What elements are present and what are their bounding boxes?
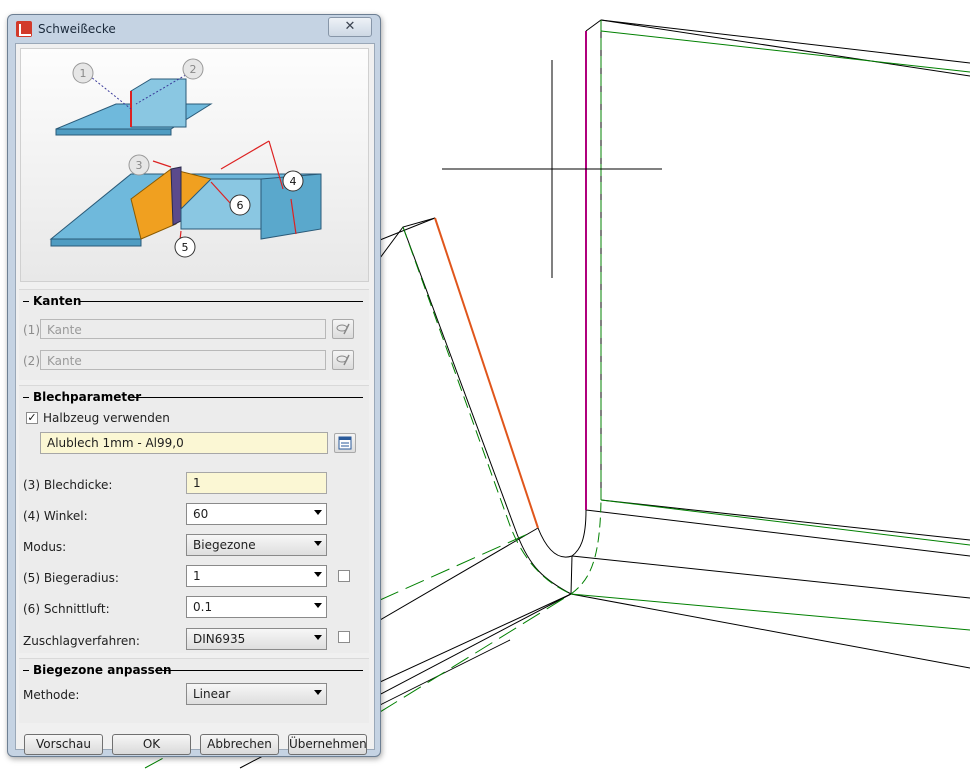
pick-edge-icon <box>336 323 350 335</box>
chevron-down-icon <box>314 603 322 608</box>
green-base-edge <box>570 593 970 631</box>
close-button[interactable]: ✕ <box>328 17 372 37</box>
halbzeug-catalog-button[interactable] <box>334 433 356 453</box>
edge-2-pick-button[interactable] <box>332 350 354 370</box>
methode-label: Methode: <box>23 688 80 702</box>
biegezone-group: Biegezone anpassen Methode: Linear <box>19 658 369 723</box>
edge-1-pick-button[interactable] <box>332 319 354 339</box>
cancel-button[interactable]: Abbrechen <box>200 734 279 755</box>
edge-2-field[interactable]: Kante <box>40 350 326 370</box>
flange-back-edge <box>600 19 970 77</box>
green-flange-bottom <box>600 499 970 546</box>
blechdicke-input[interactable]: 1 <box>186 472 327 494</box>
biegeradius-checkbox[interactable] <box>338 570 350 582</box>
halbzeug-checkbox[interactable]: ✓ <box>26 412 38 424</box>
zuschlag-dropdown[interactable]: DIN6935 <box>186 628 327 650</box>
biegezone-title: Biegezone anpassen <box>33 663 172 677</box>
schnittluft-label: (6) Schnittluft: <box>23 602 110 616</box>
green-left-dashed <box>402 226 572 595</box>
preview-button[interactable]: Vorschau <box>24 734 103 755</box>
green-flange-top <box>600 30 970 73</box>
schnittluft-combo[interactable]: 0.1 <box>186 596 327 618</box>
apply-button[interactable]: Übernehmen <box>288 734 367 755</box>
bend-curve <box>537 509 587 558</box>
base-right-edge <box>570 593 970 669</box>
base-front-edge-b <box>379 593 572 683</box>
close-icon: ✕ <box>344 19 356 34</box>
halbzeug-label: Halbzeug verwenden <box>43 411 170 425</box>
green-base-front <box>379 532 531 601</box>
biegeradius-label: (5) Biegeradius: <box>23 571 119 585</box>
chevron-down-icon <box>314 541 322 546</box>
zuschlag-checkbox[interactable] <box>338 631 350 643</box>
kanten-title: Kanten <box>33 294 82 308</box>
chevron-down-icon <box>314 510 322 515</box>
callout-3: 3 <box>136 159 143 172</box>
bend-curve-inner <box>516 533 572 595</box>
halbzeug-field[interactable]: Alublech 1mm - Al99,0 <box>40 432 328 454</box>
flange-bottom-edge <box>585 509 970 557</box>
chevron-down-icon <box>314 690 322 695</box>
edge-1-field[interactable]: Kante <box>40 319 326 339</box>
methode-dropdown[interactable]: Linear <box>186 683 327 705</box>
biegeradius-combo[interactable]: 1 <box>186 565 327 587</box>
callout-5: 5 <box>182 241 189 254</box>
biegezone-header: Biegezone anpassen <box>23 663 363 677</box>
base-front-edge-a <box>379 527 539 621</box>
ok-button[interactable]: OK <box>112 734 191 755</box>
crosshair-cursor <box>442 60 662 278</box>
blechparameter-group: Blechparameter ✓ Halbzeug verwenden Alub… <box>19 385 369 653</box>
blech-header: Blechparameter <box>23 390 363 404</box>
methode-value: Linear <box>193 687 231 701</box>
winkel-combo[interactable]: 60 <box>186 503 327 525</box>
dialog-title: Schweißecke <box>38 22 116 36</box>
blech-title: Blechparameter <box>33 390 142 404</box>
callout-6: 6 <box>237 199 244 212</box>
blechdicke-label: (3) Blechdicke: <box>23 478 113 492</box>
edge-2-label: (2) <box>23 354 40 368</box>
weld-corner-dialog: Schweißecke ✕ 1 2 3 4 5 6 Kanten (1) Kan… <box>7 14 381 757</box>
selected-edge-orange[interactable] <box>434 217 539 529</box>
catalog-icon <box>338 436 352 450</box>
bend-vertical <box>570 555 573 595</box>
callout-2: 2 <box>190 63 197 76</box>
chevron-down-icon <box>314 635 322 640</box>
winkel-label: (4) Winkel: <box>23 509 88 523</box>
kanten-header: Kanten <box>23 294 363 308</box>
kanten-group: Kanten (1) Kante (2) Kante <box>19 289 369 380</box>
edge-1-label: (1) <box>23 323 40 337</box>
callout-4: 4 <box>290 175 297 188</box>
weld-corner-illustration: 1 2 3 4 5 6 <box>20 48 369 282</box>
modus-dropdown[interactable]: Biegezone <box>186 534 327 556</box>
chevron-down-icon <box>314 572 322 577</box>
bend-line-a <box>571 555 970 599</box>
pick-edge-icon <box>336 354 350 366</box>
callout-1: 1 <box>80 67 87 80</box>
dialog-body: 1 2 3 4 5 6 Kanten (1) Kante (2) Kante B… <box>15 43 375 755</box>
app-icon <box>16 21 32 37</box>
zuschlag-value: DIN6935 <box>193 632 246 646</box>
left-flange-top <box>379 217 436 241</box>
biegeradius-value: 1 <box>193 569 201 583</box>
winkel-value: 60 <box>193 507 209 521</box>
left-flange-edge <box>402 226 518 535</box>
schnittluft-value: 0.1 <box>193 600 213 614</box>
green-base-front-2 <box>379 593 572 713</box>
modus-label: Modus: <box>23 540 67 554</box>
modus-value: Biegezone <box>193 538 256 552</box>
title-bar[interactable]: Schweißecke ✕ <box>8 15 380 43</box>
zuschlag-label: Zuschlagverfahren: <box>23 634 140 648</box>
